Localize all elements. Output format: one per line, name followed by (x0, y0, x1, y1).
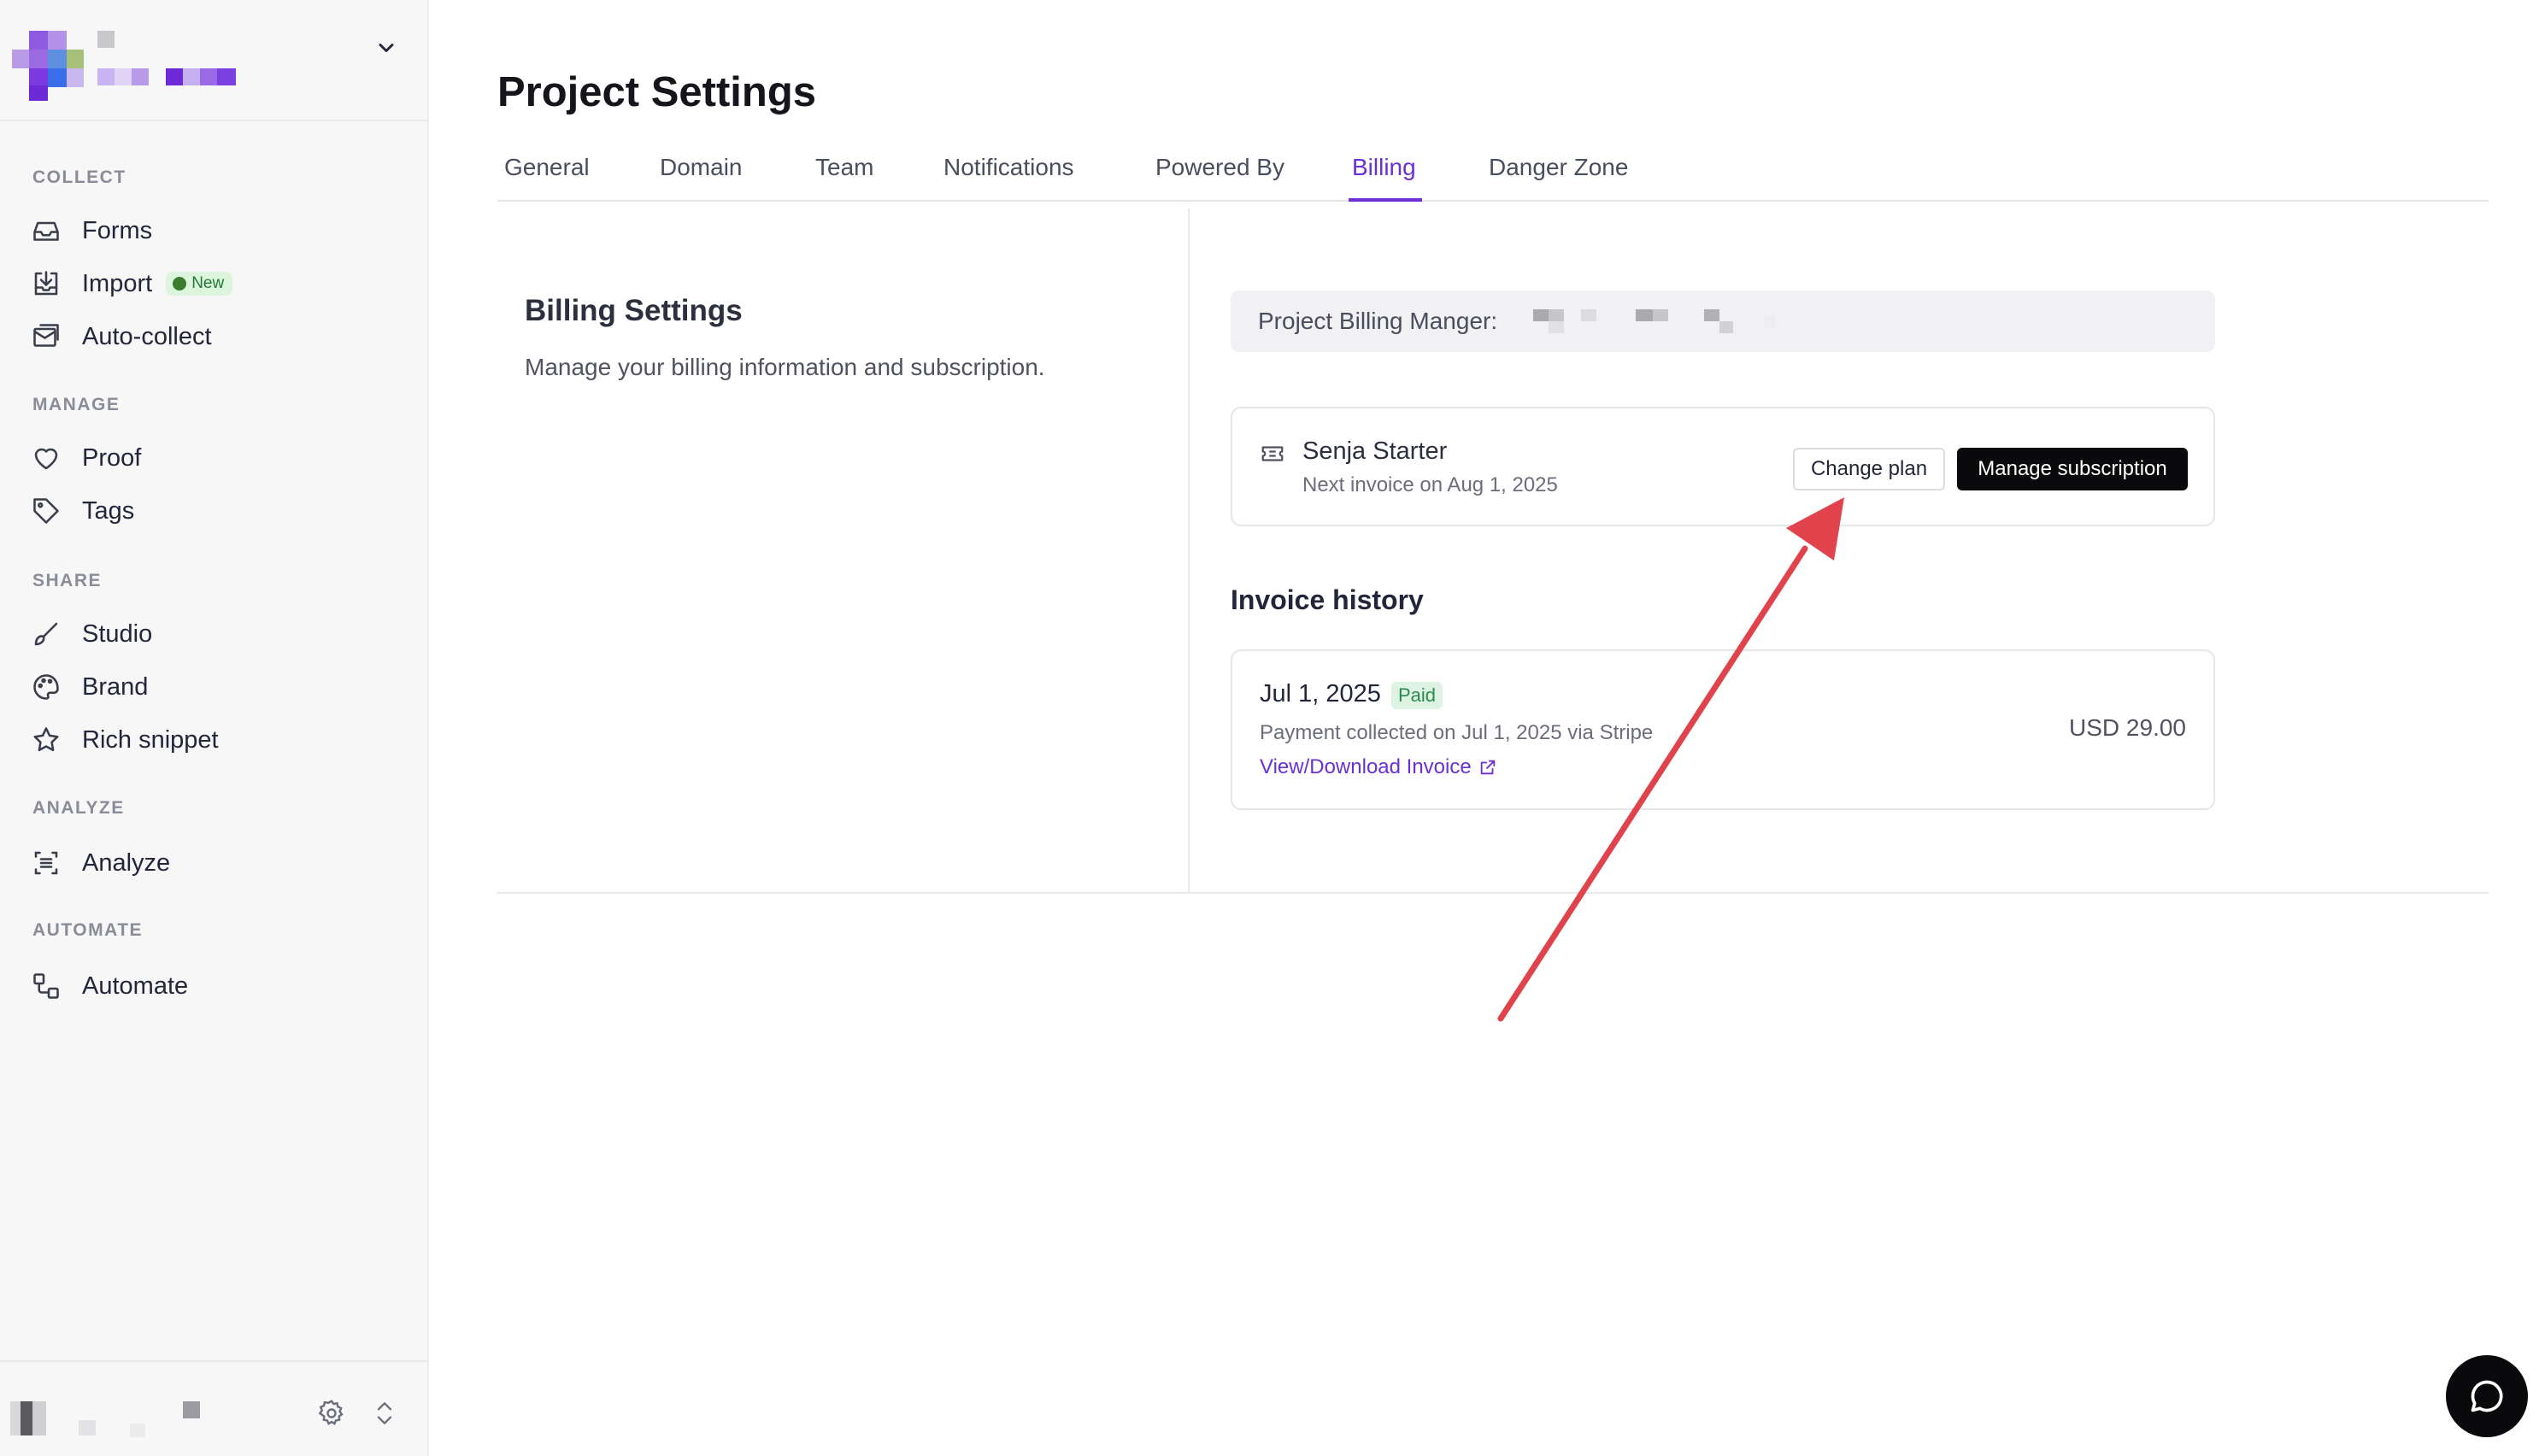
section-description: Manage your billing information and subs… (525, 354, 1045, 380)
tab-domain[interactable]: Domain (660, 154, 742, 202)
invoice-download-link[interactable]: View/Download Invoice (1260, 755, 1497, 779)
page-title: Project Settings (497, 69, 817, 115)
new-badge: New (166, 272, 233, 296)
tree-icon (173, 277, 187, 291)
section-divider (497, 892, 2489, 894)
sidebar-item-studio[interactable]: Studio (31, 612, 398, 656)
billing-manager-label: Project Billing Manger: (1258, 308, 1498, 334)
billing-manager-field: Project Billing Manger: (1231, 291, 2215, 352)
palette-icon (33, 674, 59, 700)
sidebar-item-label: Tags (82, 496, 135, 525)
sidebar-item-analyze[interactable]: Analyze (31, 841, 398, 885)
sidebar-item-label: Rich snippet (82, 725, 219, 754)
workspace-switcher[interactable] (0, 0, 427, 121)
heart-icon (34, 448, 58, 470)
tab-notifications[interactable]: Notifications (943, 154, 1074, 202)
new-badge-label: New (191, 274, 225, 292)
user-menu[interactable] (0, 1360, 427, 1456)
workflow-icon (33, 973, 59, 999)
chat-button[interactable] (2446, 1355, 2528, 1437)
invoice-date: Jul 1, 2025 (1260, 680, 1381, 707)
gear-icon[interactable] (316, 1398, 347, 1429)
sidebar-item-proof[interactable]: Proof (31, 436, 398, 480)
tab-billing[interactable]: Billing (1349, 154, 1422, 202)
brush-icon (34, 622, 58, 646)
next-invoice-text: Next invoice on Aug 1, 2025 (1302, 473, 1558, 496)
sidebar-item-rich-snippet[interactable]: Rich snippet (31, 718, 398, 762)
sidebar-item-label: Proof (82, 443, 142, 472)
sidebar-item-label: Analyze (82, 848, 171, 877)
sidebar-item-label: Studio (82, 619, 153, 648)
sidebar-item-forms[interactable]: Forms (31, 208, 398, 253)
avatar (10, 1398, 215, 1441)
billing-manager-value (1533, 308, 1815, 337)
sidebar: COLLECT Forms Import New Auto-collect MA… (0, 0, 429, 1456)
tab-general[interactable]: General (504, 154, 590, 202)
change-plan-button[interactable]: Change plan (1793, 448, 1945, 490)
plan-name: Senja Starter (1302, 437, 1448, 465)
invoice-link-label: View/Download Invoice (1260, 755, 1472, 778)
section-label-manage: MANAGE (32, 395, 120, 414)
sidebar-item-auto-collect[interactable]: Auto-collect (31, 314, 398, 359)
invoice-history-title: Invoice history (1231, 584, 1424, 615)
manage-subscription-button[interactable]: Manage subscription (1957, 448, 2188, 490)
list-frame-icon (34, 851, 58, 875)
sidebar-item-automate[interactable]: Automate (31, 964, 398, 1008)
plan-card: Senja Starter Next invoice on Aug 1, 202… (1231, 407, 2215, 526)
external-link-icon (1480, 760, 1495, 775)
tab-team[interactable]: Team (815, 154, 873, 202)
section-label-automate: AUTOMATE (32, 920, 144, 940)
workspace-logo (12, 31, 243, 101)
star-icon (33, 727, 59, 752)
sidebar-item-tags[interactable]: Tags (31, 489, 398, 533)
sidebar-item-import[interactable]: Import New (31, 261, 398, 306)
tab-danger-zone[interactable]: Danger Zone (1489, 154, 1628, 202)
invoice-amount: USD 29.00 (2069, 714, 2186, 741)
section-label-analyze: ANALYZE (32, 798, 125, 818)
tab-powered-by[interactable]: Powered By (1155, 154, 1284, 202)
chevron-up-down-icon[interactable] (373, 1398, 397, 1429)
tag-icon (33, 498, 59, 524)
section-label-share: SHARE (32, 571, 103, 590)
chevron-down-icon[interactable] (374, 36, 398, 60)
sidebar-item-label: Import (82, 269, 153, 297)
sidebar-item-label: Auto-collect (82, 322, 212, 350)
sidebar-item-label: Automate (82, 972, 189, 1000)
sidebar-item-label: Forms (82, 216, 153, 244)
inbox-icon (33, 221, 59, 241)
settings-tabs: General Domain Team Notifications Powere… (497, 147, 2489, 202)
ticket-icon (1261, 446, 1284, 461)
sidebar-item-brand[interactable]: Brand (31, 665, 398, 709)
download-tray-icon (34, 271, 58, 296)
invoice-row: Jul 1, 2025 Paid Payment collected on Ju… (1231, 649, 2215, 810)
status-badge: Paid (1391, 682, 1443, 709)
section-label-collect: COLLECT (32, 167, 126, 187)
column-divider (1188, 208, 1190, 894)
chat-bubble-icon (2471, 1380, 2503, 1412)
section-title: Billing Settings (525, 294, 743, 327)
invoice-note: Payment collected on Jul 1, 2025 via Str… (1260, 721, 1654, 744)
mail-stack-icon (33, 324, 59, 347)
sidebar-item-label: Brand (82, 672, 149, 701)
